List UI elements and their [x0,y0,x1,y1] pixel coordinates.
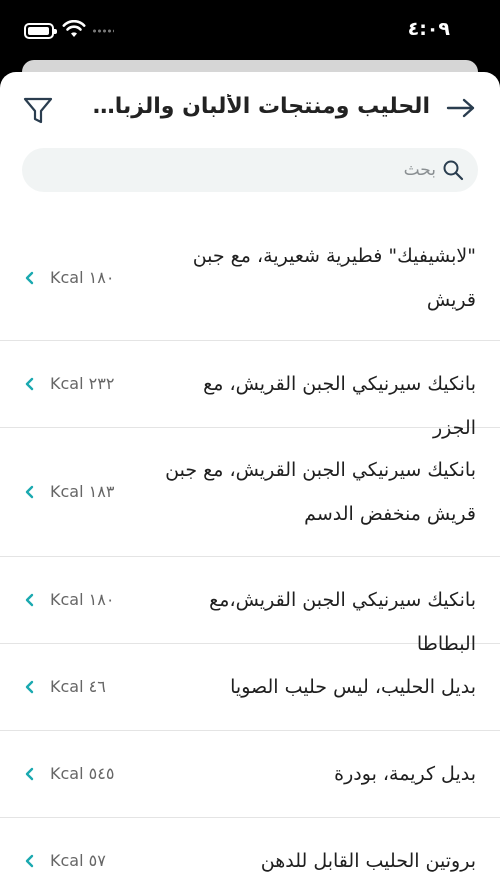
search-icon [443,160,464,181]
status-bar: ٤:٠٩ [0,0,500,60]
filter-icon[interactable] [22,94,54,126]
item-name: بانكيك سيرنيكي الجبن القريش، مع جبن قريش… [165,459,476,525]
category-sheet: الحليب ومنتجات الألبان والزبادي والزبدة … [0,72,500,889]
battery-icon [24,23,57,39]
item-name: بديل الحليب، ليس حليب الصويا [230,676,476,698]
status-time: ٤:٠٩ [407,18,450,40]
chevron-left-icon [25,854,34,868]
food-list: "لابشيفيك" فطيرية شعيرية، مع جبن قريش Kc… [0,216,500,889]
item-kcal: Kcal ٤٦ [50,677,106,696]
list-item[interactable]: بانكيك سيرنيكي الجبن القريش، مع الجزر Kc… [0,341,500,439]
header: الحليب ومنتجات الألبان والزبادي والزبدة [0,72,500,146]
list-item[interactable]: بانكيك سيرنيكي الجبن القريش،مع البطاطا K… [0,557,500,655]
list-item[interactable]: "لابشيفيك" فطيرية شعيرية، مع جبن قريش Kc… [0,216,500,341]
chevron-left-icon [25,680,34,694]
list-item[interactable]: بديل كريمة، بودرة Kcal ٥٤٥ [0,731,500,818]
item-kcal: Kcal ١٨٠ [50,268,115,287]
item-kcal: Kcal ١٨٣ [50,482,115,501]
back-arrow-icon[interactable] [446,96,476,120]
item-kcal: Kcal ٥٧ [50,851,106,870]
signal-dots-icon [92,29,114,33]
page-title: الحليب ومنتجات الألبان والزبادي والزبدة [90,94,430,119]
chevron-left-icon [25,377,34,391]
item-name: بروتين الحليب القابل للدهن [260,850,476,872]
wifi-icon [62,20,86,37]
search-bar[interactable] [22,148,478,192]
list-item[interactable]: بديل الحليب، ليس حليب الصويا Kcal ٤٦ [0,644,500,731]
item-kcal: Kcal ٢٣٢ [50,374,115,393]
search-input[interactable] [46,148,436,192]
list-item[interactable]: بانكيك سيرنيكي الجبن القريش، مع جبن قريش… [0,428,500,557]
item-name: "لابشيفيك" فطيرية شعيرية، مع جبن قريش [192,245,476,311]
chevron-left-icon [25,485,34,499]
chevron-left-icon [25,767,34,781]
item-name: بديل كريمة، بودرة [334,763,476,785]
list-item[interactable]: بروتين الحليب القابل للدهن Kcal ٥٧ [0,818,500,889]
item-kcal: Kcal ١٨٠ [50,590,115,609]
chevron-left-icon [25,593,34,607]
item-kcal: Kcal ٥٤٥ [50,764,115,783]
chevron-left-icon [25,271,34,285]
